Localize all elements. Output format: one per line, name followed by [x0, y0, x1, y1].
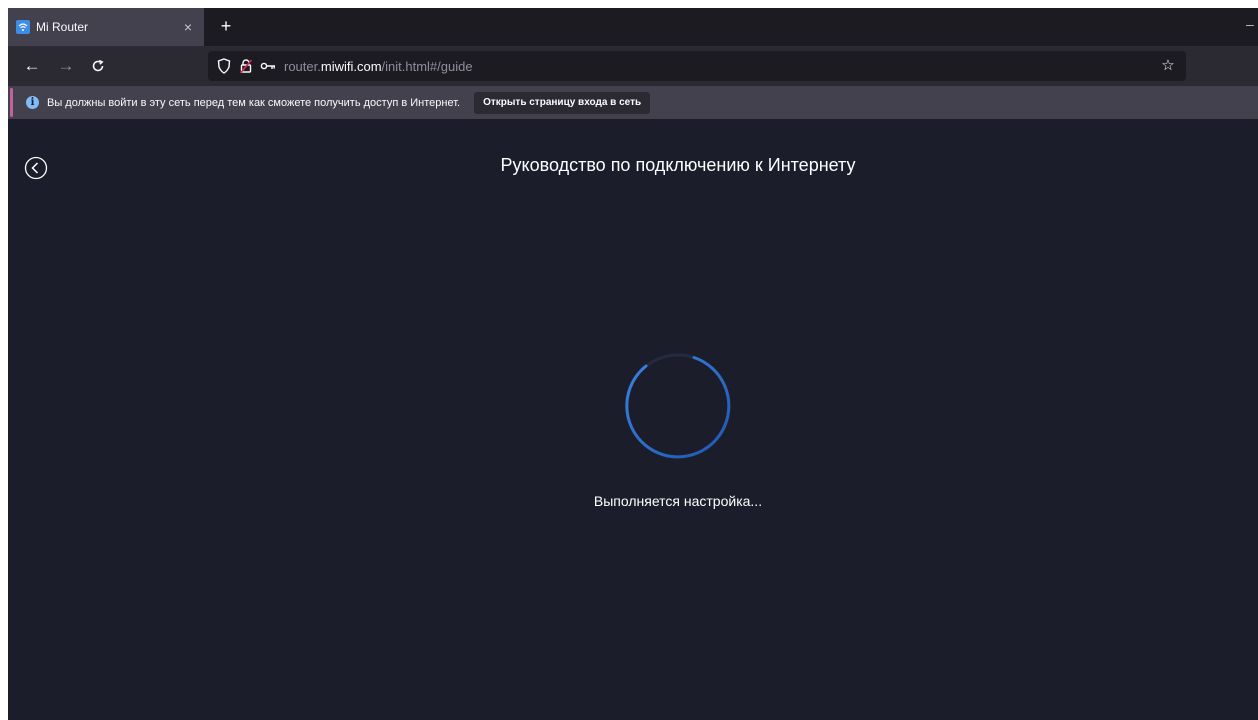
- bookmark-star-icon[interactable]: ☆: [1158, 56, 1178, 76]
- new-tab-button[interactable]: +: [215, 15, 237, 37]
- forward-arrow-icon[interactable]: →: [54, 54, 78, 78]
- url-text[interactable]: router.miwifi.com/init.html#/guide: [284, 59, 473, 74]
- tab-strip: Mi Router × + –: [8, 8, 1258, 46]
- key-icon[interactable]: [258, 56, 278, 76]
- page-title: Руководство по подключению к Интернету: [500, 155, 856, 175]
- tab-mi-router[interactable]: Mi Router ×: [8, 8, 204, 46]
- navigation-bar: ← → router.miwifi.com/init.html#/guide ☆: [8, 46, 1258, 86]
- browser-window: Mi Router × + – ← → router.miwifi.com/in…: [8, 8, 1258, 720]
- tab-title: Mi Router: [36, 20, 89, 34]
- url-bar[interactable]: router.miwifi.com/init.html#/guide ☆: [208, 51, 1186, 81]
- reload-icon[interactable]: [86, 54, 110, 78]
- back-arrow-icon[interactable]: ←: [20, 54, 44, 78]
- minimize-icon[interactable]: –: [1246, 16, 1258, 32]
- notification-text: Вы должны войти в эту сеть перед тем как…: [47, 96, 461, 109]
- insecure-lock-icon[interactable]: [236, 56, 256, 76]
- wifi-icon: [16, 20, 30, 34]
- status-text: Выполняется настройка...: [593, 493, 763, 509]
- captive-portal-notification: i Вы должны войти в эту сеть перед тем к…: [8, 86, 1258, 119]
- notification-accent: [10, 88, 13, 117]
- page-content: Руководство по подключению к Интернету В…: [8, 119, 1258, 720]
- loading-spinner: [625, 353, 731, 459]
- close-icon[interactable]: ×: [180, 19, 196, 35]
- info-icon: i: [26, 96, 39, 109]
- shield-icon[interactable]: [214, 56, 234, 76]
- open-login-page-button[interactable]: Открыть страницу входа в сеть: [474, 91, 651, 114]
